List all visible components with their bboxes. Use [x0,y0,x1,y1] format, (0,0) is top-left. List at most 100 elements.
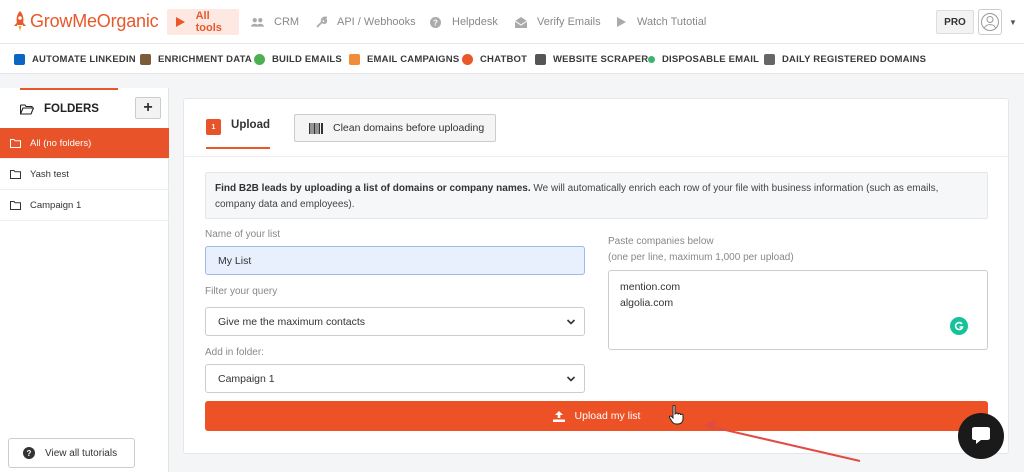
nav-verify-emails[interactable]: Verify Emails [506,9,609,35]
folder-icon [10,200,21,210]
folder-item-campaign-1[interactable]: Campaign 1 [0,190,169,221]
globe-icon [254,53,265,65]
avatar[interactable] [978,9,1002,35]
nav-all-tools[interactable]: All tools [167,9,239,35]
mail-icon [349,53,360,65]
tool-label: ENRICHMENT DATA [158,53,252,65]
tool-label: AUTOMATE LINKEDIN [32,53,136,65]
wrench-icon [314,16,327,29]
briefcase-icon [764,53,775,65]
brand-logo[interactable]: GrowMeOrganic [12,9,159,33]
tab-label: Upload [231,119,270,131]
info-box: Find B2B leads by uploading a list of do… [205,172,988,219]
folder-label: Campaign 1 [30,199,82,211]
coffee-icon [140,53,151,65]
clean-domains-label: Clean domains before uploading [333,122,485,134]
upload-icon [552,410,565,422]
folder-item-all[interactable]: All (no folders) [0,128,169,159]
nav-crm[interactable]: CRM [243,9,307,35]
users-icon [251,16,264,29]
folder-label: All (no folders) [30,137,92,149]
nav-label: Watch Tutotial [637,16,707,28]
tool-build-emails[interactable]: BUILD EMAILS [254,52,342,66]
folder-item-yash-test[interactable]: Yash test [0,159,169,190]
folder-select[interactable]: Campaign 1 [205,364,585,393]
company-line: algolia.com [620,297,674,309]
folder-select-value: Campaign 1 [218,372,275,385]
filter-query-label: Filter your query [205,286,278,297]
tool-automate-linkedin[interactable]: AUTOMATE LINKEDIN [14,52,136,66]
upload-list-button[interactable]: Upload my list [205,401,988,431]
tool-enrichment-data[interactable]: ENRICHMENT DATA [140,52,252,66]
tool-chatbot[interactable]: CHATBOT [462,52,527,66]
question-icon: ? [23,447,35,459]
rocket-icon [14,11,26,31]
list-name-label: Name of your list [205,229,281,240]
folders-title: FOLDERS [44,103,99,115]
nav-watch-tutorial[interactable]: Watch Tutotial [606,9,714,35]
top-bar: GrowMeOrganic All tools CRM API / Webhoo… [0,0,1024,44]
chevron-down-icon [566,376,576,382]
dot-icon [648,55,655,63]
tab-upload[interactable]: 1 Upload [206,115,270,149]
tool-daily-registered-domains[interactable]: DAILY REGISTERED DOMAINS [764,52,926,66]
nav-label: All tools [195,10,222,34]
tool-label: EMAIL CAMPAIGNS [367,53,460,65]
nav-label: Helpdesk [452,16,498,28]
play-icon [614,16,627,29]
list-name-input[interactable]: My List [205,246,585,275]
scraper-icon [535,53,546,65]
barcode-icon [309,122,323,134]
nav-label: API / Webhooks [337,16,416,28]
add-folder-label: Add in folder: [205,347,264,358]
tool-email-campaigns[interactable]: EMAIL CAMPAIGNS [349,52,459,66]
tutorials-label: View all tutorials [45,447,118,459]
list-name-value: My List [218,254,252,267]
company-line: mention.com [620,281,681,293]
companies-textarea[interactable]: mention.com algolia.com [608,270,988,350]
plan-badge[interactable]: PRO [936,10,974,34]
tabs-row: 1 Upload Clean domains before uploading [184,99,1008,157]
brand-name: GrowMeOrganic [30,10,159,31]
paste-companies-label: Paste companies below [608,236,714,247]
tool-label: DISPOSABLE EMAIL [662,53,760,65]
user-icon [981,13,999,31]
tool-label: BUILD EMAILS [272,53,342,65]
folders-heading: FOLDERS [20,88,118,128]
chevron-down-icon [566,319,576,325]
tool-label: DAILY REGISTERED DOMAINS [782,53,927,65]
grammarly-icon[interactable] [950,317,968,335]
linkedin-icon [14,53,25,65]
nav-label: CRM [274,16,300,28]
chevron-down-icon[interactable]: ▼ [1009,18,1017,27]
clean-domains-button[interactable]: Clean domains before uploading [294,114,496,142]
play-icon [175,16,186,29]
chat-icon [972,427,990,444]
folder-icon [10,169,21,179]
nav-helpdesk[interactable]: ? Helpdesk [421,9,506,35]
nav-label: Verify Emails [537,16,601,28]
nav-api-webhooks[interactable]: API / Webhooks [306,9,424,35]
folders-sidebar: FOLDERS + All (no folders) Yash test Cam… [0,88,169,472]
paste-companies-hint: (one per line, maximum 1,000 per upload) [608,252,794,263]
chat-widget-button[interactable] [958,413,1004,459]
tool-label: CHATBOT [480,53,528,65]
tool-disposable-email[interactable]: DISPOSABLE EMAIL [648,52,759,66]
filter-query-select[interactable]: Give me the maximum contacts [205,307,585,336]
envelope-icon [514,16,527,29]
chat-icon [462,53,473,65]
hand-cursor-icon [668,405,684,425]
question-icon: ? [429,16,442,29]
folder-icon [10,138,21,148]
add-folder-button[interactable]: + [135,97,161,119]
filter-query-value: Give me the maximum contacts [218,315,366,328]
view-all-tutorials-button[interactable]: ? View all tutorials [8,438,135,468]
folder-open-icon [20,103,34,115]
info-bold: Find B2B leads by uploading a list of do… [215,183,531,194]
upload-card: 1 Upload Clean domains before uploading … [183,98,1009,454]
tool-label: WEBSITE SCRAPER [553,53,649,65]
tool-website-scraper[interactable]: WEBSITE SCRAPER [535,52,648,66]
tools-bar: AUTOMATE LINKEDIN ENRICHMENT DATA BUILD … [0,44,1024,74]
step-badge: 1 [206,119,222,135]
folder-label: Yash test [30,168,69,180]
